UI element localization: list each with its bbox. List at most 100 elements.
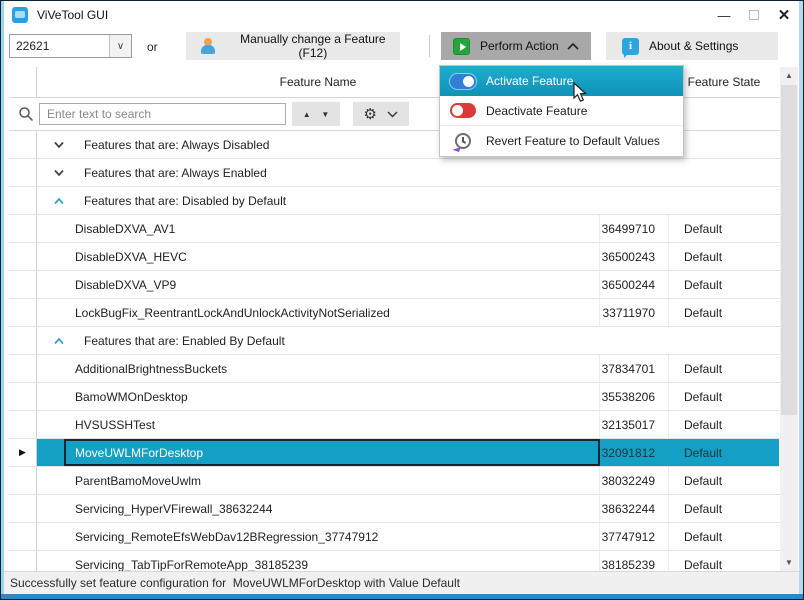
feature-id-cell[interactable]: 36500244 [600, 271, 669, 298]
minimize-button[interactable]: — [709, 1, 739, 29]
grid-rows: Features that are: Always DisabledFeatur… [9, 131, 780, 571]
chevron-up-icon[interactable] [45, 337, 73, 345]
scroll-up-button[interactable]: ▲ [780, 67, 798, 84]
window-title: ViVeTool GUI [37, 8, 108, 22]
feature-state-column-header[interactable]: Feature State [669, 67, 779, 97]
vertical-scrollbar[interactable]: ▲ ▼ [780, 67, 798, 571]
manually-change-feature-button[interactable]: Manually change a Feature (F12) [186, 32, 400, 60]
feature-row[interactable]: DisableDXVA_VP936500244Default [9, 271, 780, 299]
title-bar: ViVeTool GUI — ✕ [4, 1, 799, 29]
feature-state-cell[interactable]: Default [669, 467, 779, 494]
combobox-dropdown-button[interactable]: ∨ [109, 35, 131, 57]
feature-row[interactable]: DisableDXVA_HEVC36500243Default [9, 243, 780, 271]
feature-row[interactable]: HVSUSSHTest32135017Default [9, 411, 780, 439]
perform-action-button[interactable]: Perform Action [441, 32, 591, 60]
feature-state-cell[interactable]: Default [669, 299, 779, 326]
row-indicator-cell [9, 215, 37, 242]
gear-icon[interactable]: ⚙ [364, 107, 377, 122]
feature-id-cell[interactable]: 38032249 [600, 467, 669, 494]
scrollbar-thumb[interactable] [781, 85, 797, 415]
group-row[interactable]: Features that are: Enabled By Default [9, 327, 780, 355]
chevron-up-icon[interactable] [45, 197, 73, 205]
feature-name-cell[interactable]: Servicing_TabTipForRemoteApp_38185239 [64, 551, 600, 571]
feature-state-cell[interactable]: Default [669, 411, 779, 438]
feature-state-cell[interactable]: Default [669, 383, 779, 410]
group-label: Features that are: Disabled by Default [84, 194, 286, 208]
maximize-icon [749, 10, 759, 20]
perform-action-label: Perform Action [480, 39, 559, 53]
menu-item[interactable]: Revert Feature to Default Values [440, 126, 683, 156]
search-options-button[interactable]: ⚙ [353, 102, 409, 126]
search-input[interactable] [39, 103, 286, 125]
row-indicator-cell [9, 243, 37, 270]
feature-name-cell[interactable]: DisableDXVA_HEVC [64, 243, 600, 270]
build-combobox[interactable]: 22621 ∨ [9, 34, 132, 58]
group-cell[interactable]: Features that are: Disabled by Default [37, 187, 780, 214]
feature-id-cell[interactable]: 37834701 [600, 355, 669, 382]
maximize-button[interactable] [739, 1, 769, 29]
feature-state-cell[interactable]: Default [669, 551, 779, 571]
row-indicator-cell [9, 327, 37, 354]
about-settings-button[interactable]: i About & Settings [606, 32, 778, 60]
row-indicator-cell [9, 495, 37, 522]
feature-name-cell[interactable]: AdditionalBrightnessBuckets [64, 355, 600, 382]
menu-item[interactable]: Deactivate Feature [440, 96, 683, 126]
chevron-down-icon[interactable] [45, 169, 73, 177]
feature-id-cell[interactable]: 36500243 [600, 243, 669, 270]
search-navigation-buttons[interactable]: ▲ ▼ [292, 102, 340, 126]
group-cell[interactable]: Features that are: Always Enabled [37, 159, 780, 186]
perform-action-menu: Activate FeatureDeactivate FeatureRevert… [439, 65, 684, 157]
feature-name-cell[interactable]: LockBugFix_ReentrantLockAndUnlockActivit… [64, 299, 600, 326]
feature-id-cell[interactable]: 37747912 [600, 523, 669, 550]
menu-item[interactable]: Activate Feature [440, 66, 683, 96]
feature-name-cell[interactable]: HVSUSSHTest [64, 411, 600, 438]
feature-state-cell[interactable]: Default [669, 243, 779, 270]
chevron-down-icon[interactable] [45, 141, 73, 149]
feature-row[interactable]: Servicing_HyperVFirewall_386322443863224… [9, 495, 780, 523]
feature-name-cell[interactable]: Servicing_HyperVFirewall_38632244 [64, 495, 600, 522]
feature-id-cell[interactable]: 36499710 [600, 215, 669, 242]
feature-id-cell[interactable]: 33711970 [600, 299, 669, 326]
feature-id-cell[interactable]: 35538206 [600, 383, 669, 410]
row-indicator-cell [9, 383, 37, 410]
group-row[interactable]: Features that are: Always Enabled [9, 159, 780, 187]
row-indicator-cell [9, 551, 37, 571]
feature-row[interactable]: ParentBamoMoveUwlm38032249Default [9, 467, 780, 495]
indent-cell [37, 215, 64, 242]
chevron-down-icon[interactable] [387, 111, 398, 118]
search-next-icon[interactable]: ▼ [321, 110, 329, 119]
status-message: Successfully set feature configuration f… [4, 576, 460, 590]
indent-cell [37, 299, 64, 326]
feature-row[interactable]: ▶MoveUWLMForDesktop32091812Default [9, 439, 780, 467]
chevron-down-icon: ∨ [117, 41, 124, 52]
feature-name-cell[interactable]: ParentBamoMoveUwlm [64, 467, 600, 494]
close-button[interactable]: ✕ [769, 1, 799, 29]
group-cell[interactable]: Features that are: Enabled By Default [37, 327, 780, 354]
feature-state-cell[interactable]: Default [669, 215, 779, 242]
feature-state-cell[interactable]: Default [669, 495, 779, 522]
feature-row[interactable]: LockBugFix_ReentrantLockAndUnlockActivit… [9, 299, 780, 327]
feature-row[interactable]: Servicing_TabTipForRemoteApp_38185239381… [9, 551, 780, 571]
feature-id-cell[interactable]: 38185239 [600, 551, 669, 571]
feature-row[interactable]: DisableDXVA_AV136499710Default [9, 215, 780, 243]
feature-state-cell[interactable]: Default [669, 271, 779, 298]
feature-state-cell[interactable]: Default [669, 355, 779, 382]
scroll-down-button[interactable]: ▼ [780, 554, 798, 571]
feature-row[interactable]: Servicing_RemoteEfsWebDav12BRegression_3… [9, 523, 780, 551]
feature-name-cell[interactable]: Servicing_RemoteEfsWebDav12BRegression_3… [64, 523, 600, 550]
search-previous-icon[interactable]: ▲ [303, 110, 311, 119]
feature-id-cell[interactable]: 38632244 [600, 495, 669, 522]
feature-name-cell[interactable]: MoveUWLMForDesktop [64, 439, 600, 466]
group-label: Features that are: Enabled By Default [84, 334, 285, 348]
group-row[interactable]: Features that are: Disabled by Default [9, 187, 780, 215]
feature-name-cell[interactable]: BamoWMOnDesktop [64, 383, 600, 410]
feature-name-cell[interactable]: DisableDXVA_VP9 [64, 271, 600, 298]
toolbar-separator [429, 35, 430, 57]
feature-row[interactable]: BamoWMOnDesktop35538206Default [9, 383, 780, 411]
feature-state-cell[interactable]: Default [669, 523, 779, 550]
feature-id-cell[interactable]: 32135017 [600, 411, 669, 438]
feature-id-cell[interactable]: 32091812 [600, 439, 669, 466]
feature-state-cell[interactable]: Default [669, 439, 779, 466]
feature-row[interactable]: AdditionalBrightnessBuckets37834701Defau… [9, 355, 780, 383]
feature-name-cell[interactable]: DisableDXVA_AV1 [64, 215, 600, 242]
